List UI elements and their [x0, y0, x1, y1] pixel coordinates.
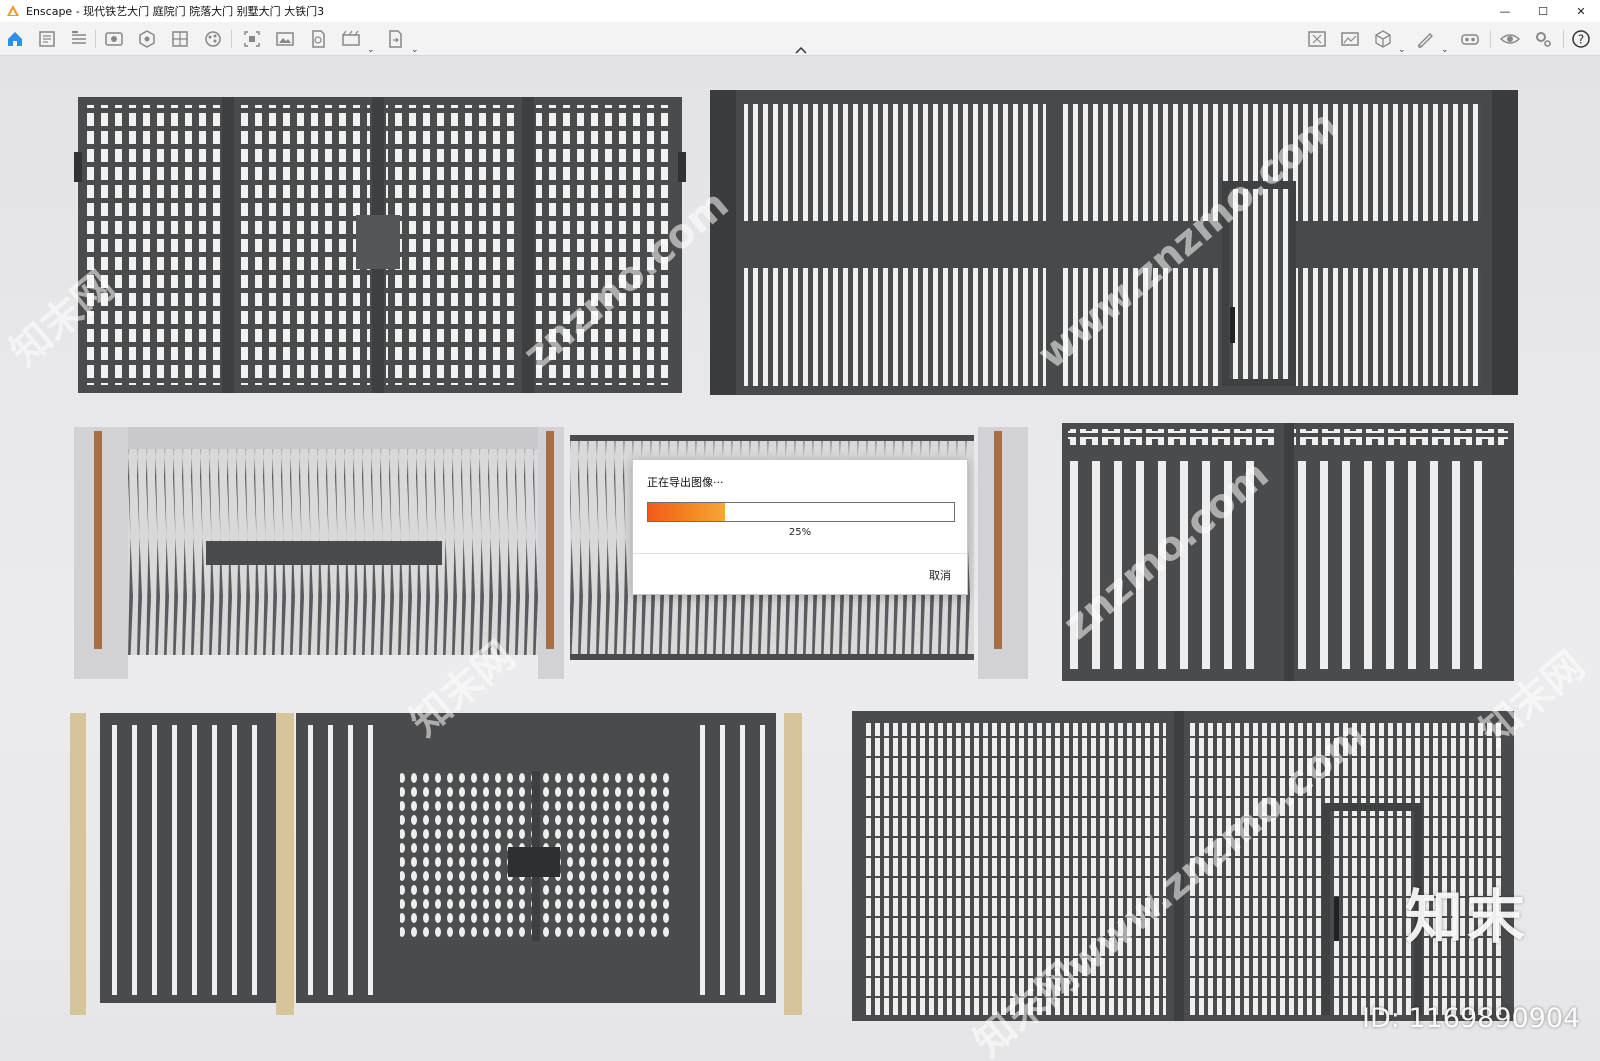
minimize-button[interactable]: —: [1486, 0, 1524, 22]
vr-headset-icon[interactable]: [1459, 28, 1481, 50]
progress-percent: 25%: [788, 527, 812, 538]
dialog-title: 正在导出图像···: [647, 476, 724, 489]
cube-dropdown-chevron-icon[interactable]: ⌄: [1398, 45, 1406, 55]
export-icon[interactable]: [384, 28, 406, 50]
svg-text:?: ?: [1578, 33, 1584, 47]
view-eye-icon[interactable]: [103, 28, 125, 50]
bim-icon[interactable]: [68, 28, 90, 50]
project-info-icon[interactable]: [36, 28, 58, 50]
sketch-icon[interactable]: [1415, 28, 1437, 50]
material-editor-icon[interactable]: [169, 28, 191, 50]
gate-middle-right: [1062, 423, 1514, 681]
watermark-id: ID: 1169890904: [1362, 1003, 1581, 1034]
brand-watermark: 知末: [1405, 883, 1530, 951]
gate-top-right: [710, 90, 1518, 395]
help-icon[interactable]: ?: [1570, 28, 1592, 50]
window-title: Enscape - 现代铁艺大门 庭院门 院落大门 别墅大门 大铁门3: [26, 5, 325, 18]
sketch-dropdown-chevron-icon[interactable]: ⌄: [1441, 45, 1449, 55]
image-icon[interactable]: [274, 28, 296, 50]
collapse-toolbar-chevron-icon[interactable]: [793, 44, 809, 56]
maximize-button[interactable]: ☐: [1524, 0, 1562, 22]
screenshot-icon[interactable]: [241, 28, 263, 50]
gate-bottom-right: [852, 711, 1514, 1021]
cancel-button[interactable]: 取消: [929, 567, 951, 583]
gate-bottom-left: [70, 713, 802, 1015]
dialog-divider: [633, 553, 967, 554]
export-dropdown-chevron-icon[interactable]: ⌄: [411, 45, 419, 55]
visual-settings-icon[interactable]: [1499, 28, 1521, 50]
general-settings-icon[interactable]: [1532, 28, 1554, 50]
enscape-logo-icon: [7, 5, 19, 16]
batch-render-icon[interactable]: [307, 28, 329, 50]
home-icon[interactable]: [4, 28, 26, 50]
minimap-icon[interactable]: [1306, 28, 1328, 50]
render-image-icon[interactable]: [1339, 28, 1361, 50]
gate-top-left: [74, 97, 686, 393]
video-dropdown-chevron-icon[interactable]: ⌄: [367, 45, 375, 55]
close-button[interactable]: ✕: [1562, 0, 1600, 22]
cube-view-icon[interactable]: [1372, 28, 1394, 50]
asset-library-icon[interactable]: [136, 28, 158, 50]
export-progress-dialog: 正在导出图像··· 25% 取消: [632, 459, 968, 595]
atmosphere-icon[interactable]: [202, 28, 224, 50]
title-bar: Enscape - 现代铁艺大门 庭院门 院落大门 别墅大门 大铁门3 — ☐ …: [0, 0, 1600, 22]
progress-fill: [648, 503, 725, 521]
export-progress-bar: [647, 502, 955, 522]
video-icon[interactable]: [340, 28, 362, 50]
